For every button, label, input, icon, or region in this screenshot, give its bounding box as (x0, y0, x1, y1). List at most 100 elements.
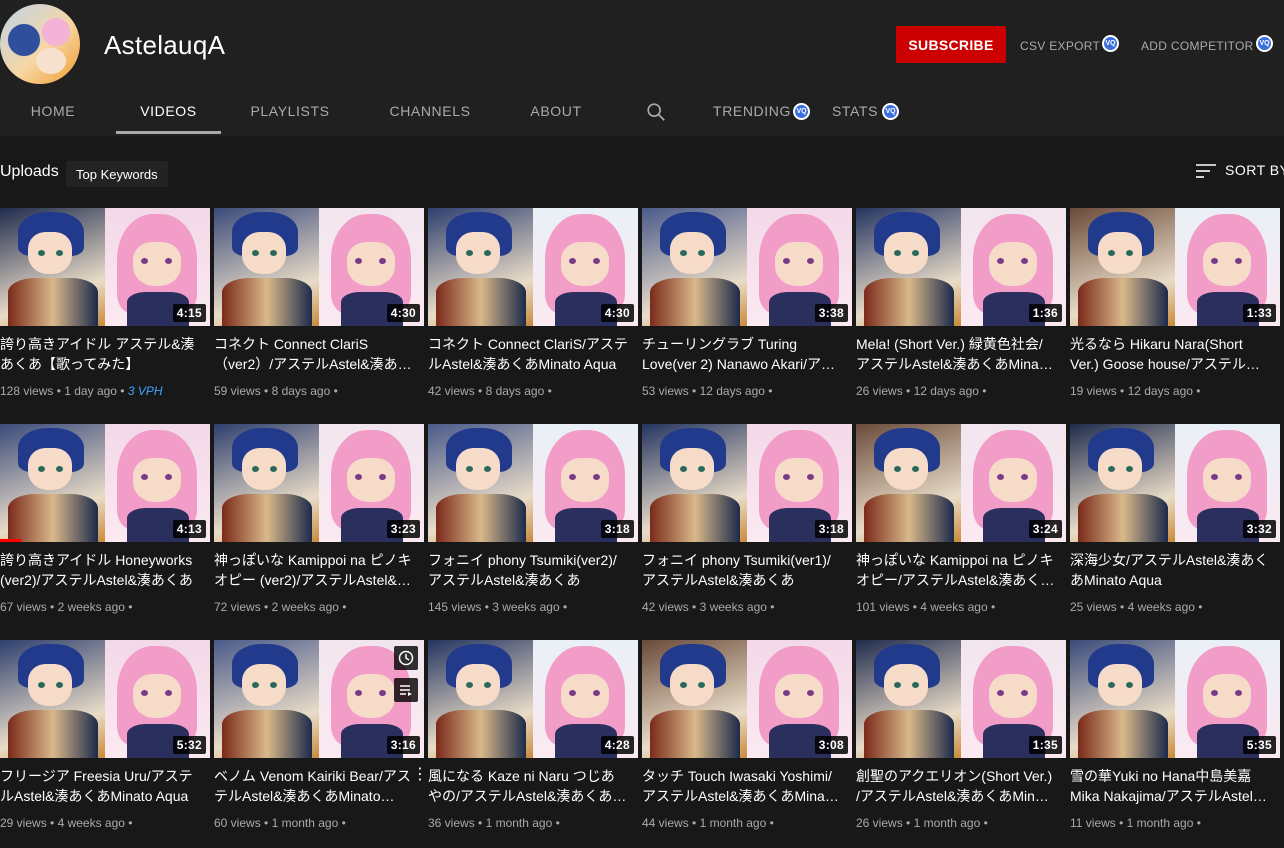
character-eye (569, 474, 576, 480)
video-title[interactable]: フォニイ phony Tsumiki(ver1)/アステルAstel&湊あくあ (642, 550, 842, 590)
video-card[interactable]: 4:15 誇り高きアイドル アステル&湊あくあ【歌ってみた】 128 views •… (0, 208, 210, 418)
video-title[interactable]: コネクト Connect ClariS/アステルAstel&湊あくあMinato… (428, 334, 628, 374)
video-duration: 3:16 (386, 736, 420, 754)
video-duration: 1:35 (1028, 736, 1062, 754)
video-thumbnail[interactable]: 3:18 (428, 424, 638, 542)
video-card[interactable]: 4:28 風になる Kaze ni Naru つじあやの/アステルAstel&湊あ… (428, 640, 638, 848)
video-thumbnail[interactable]: 3:16 (214, 640, 424, 758)
video-card[interactable]: 5:32 フリージア Freesia Uru/アステルAstel&湊あくあMina… (0, 640, 210, 848)
character-eye (484, 250, 491, 256)
video-card[interactable]: 3:16 ベノム Venom Kairiki Bear/アステルAstel&湊あく… (214, 640, 428, 848)
video-thumbnail[interactable]: 1:33 (1070, 208, 1280, 326)
tab-trending[interactable]: TRENDING (713, 86, 790, 136)
video-title[interactable]: 光るなら Hikaru Nara(Short Ver.) Goose house… (1070, 334, 1270, 374)
video-thumbnail[interactable]: 4:15 (0, 208, 210, 326)
video-thumbnail[interactable]: 3:32 (1070, 424, 1280, 542)
tab-about[interactable]: ABOUT (530, 86, 582, 136)
character-eye (1021, 474, 1028, 480)
character-eye (894, 682, 901, 688)
video-card[interactable]: 3:08 タッチ Touch Iwasaki Yoshimi/アステルAstel&… (642, 640, 852, 848)
tab-playlists[interactable]: PLAYLISTS (250, 86, 328, 136)
video-thumbnail[interactable]: 1:36 (856, 208, 1066, 326)
tab-channels[interactable]: CHANNELS (389, 86, 470, 136)
video-thumbnail[interactable]: 3:24 (856, 424, 1066, 542)
character-eye (1021, 690, 1028, 696)
video-thumbnail[interactable]: 4:30 (214, 208, 424, 326)
more-options-icon[interactable]: ⋮ (412, 766, 428, 786)
video-title[interactable]: フォニイ phony Tsumiki(ver2)/アステルAstel&湊あくあ (428, 550, 628, 590)
video-thumbnail[interactable]: 3:18 (642, 424, 852, 542)
video-card[interactable]: 3:32 深海少女/アステルAstel&湊あくあMinato Aqua 25 vie… (1070, 424, 1280, 634)
meta-separator: • (46, 600, 58, 614)
video-title[interactable]: チューリングラブ Turing Love(ver 2) Nanawo Akari… (642, 334, 842, 374)
video-title[interactable]: フリージア Freesia Uru/アステルAstel&湊あくあMinato A… (0, 766, 200, 806)
thumbnail-art-left (428, 208, 533, 326)
video-card[interactable]: 3:18 フォニイ phony Tsumiki(ver1)/アステルAstel&湊… (642, 424, 852, 634)
channel-name: AstelauqA (104, 30, 226, 60)
video-thumbnail[interactable]: 5:32 (0, 640, 210, 758)
video-title[interactable]: コネクト Connect ClariS（ver2）/アステルAstel&湊あくあ… (214, 334, 414, 374)
watch-later-icon[interactable] (394, 646, 418, 670)
character-eye (1211, 258, 1218, 264)
character-eye (165, 258, 172, 264)
tab-stats[interactable]: STATS (832, 86, 878, 136)
top-keywords-chip[interactable]: Top Keywords (66, 161, 168, 187)
video-title[interactable]: 神っぽいな Kamippoi na ピノキオピー (ver2)/アステルAste… (214, 550, 414, 590)
video-card[interactable]: 3:18 フォニイ phony Tsumiki(ver2)/アステルAstel&湊… (428, 424, 638, 634)
thumbnail-art-left (1070, 640, 1175, 758)
video-title[interactable]: Mela! (Short Ver.) 緑黄色社会/アステルAstel&湊あくあM… (856, 334, 1056, 374)
add-to-queue-icon[interactable] (394, 678, 418, 702)
video-title[interactable]: 創聖のアクエリオン(Short Ver.) /アステルAstel&湊あくあMin… (856, 766, 1056, 806)
sort-icon[interactable] (1196, 163, 1216, 179)
video-card[interactable]: 3:23 神っぽいな Kamippoi na ピノキオピー (ver2)/アステル… (214, 424, 424, 634)
tab-home[interactable]: HOME (28, 86, 78, 136)
video-card[interactable]: 1:33 光るなら Hikaru Nara(Short Ver.) Goose h… (1070, 208, 1280, 418)
character-eye (680, 682, 687, 688)
video-card[interactable]: 4:13 誇り高きアイドル Honeyworks (ver2)/アステルAstel… (0, 424, 210, 634)
video-thumbnail[interactable]: 3:23 (214, 424, 424, 542)
video-card[interactable]: 1:36 Mela! (Short Ver.) 緑黄色社会/アステルAstel&湊… (856, 208, 1066, 418)
video-thumbnail[interactable]: 4:28 (428, 640, 638, 758)
video-title[interactable]: 誇り高きアイドル アステル&湊あくあ【歌ってみた】 (0, 334, 200, 374)
character-face (347, 242, 395, 286)
meta-separator: • (764, 384, 773, 398)
video-card[interactable]: 4:30 コネクト Connect ClariS/アステルAstel&湊あくあMi… (428, 208, 638, 418)
character-outfit (1078, 494, 1168, 542)
character-face (242, 232, 286, 274)
view-count: 72 views (214, 600, 261, 614)
video-card[interactable]: 1:35 創聖のアクエリオン(Short Ver.) /アステルAstel&湊あく… (856, 640, 1066, 848)
character-face (28, 448, 72, 490)
thumbnail-art-left (856, 208, 961, 326)
video-thumbnail[interactable]: 5:35 (1070, 640, 1280, 758)
csv-export-button[interactable]: CSV EXPORT (1020, 39, 1100, 53)
search-icon[interactable] (645, 101, 667, 123)
thumbnail-art-left (856, 424, 961, 542)
video-title[interactable]: 深海少女/アステルAstel&湊あくあMinato Aqua (1070, 550, 1270, 590)
sort-by-button[interactable]: SORT BY (1225, 162, 1284, 178)
character-face (884, 448, 928, 490)
video-card[interactable]: 3:24 神っぽいな Kamippoi na ピノキオピー/アステルAstel&湊… (856, 424, 1066, 634)
video-thumbnail[interactable]: 3:38 (642, 208, 852, 326)
video-card[interactable]: 3:38 チューリングラブ Turing Love(ver 2) Nanawo A… (642, 208, 852, 418)
tab-videos[interactable]: VIDEOS (116, 86, 221, 136)
video-thumbnail[interactable]: 1:35 (856, 640, 1066, 758)
channel-avatar[interactable] (0, 4, 80, 84)
video-thumbnail[interactable]: 4:30 (428, 208, 638, 326)
video-title[interactable]: 雪の華Yuki no Hana中島美嘉 Mika Nakajima/アステルAs… (1070, 766, 1270, 806)
video-title[interactable]: 風になる Kaze ni Naru つじあやの/アステルAstel&湊あくあMi… (428, 766, 628, 806)
video-title[interactable]: 誇り高きアイドル Honeyworks (ver2)/アステルAstel&湊あく… (0, 550, 200, 590)
meta-separator: • (559, 600, 568, 614)
video-thumbnail[interactable]: 4:13 (0, 424, 210, 542)
video-title[interactable]: タッチ Touch Iwasaki Yoshimi/アステルAstel&湊あくあ… (642, 766, 842, 806)
video-card[interactable]: 4:30 コネクト Connect ClariS（ver2）/アステルAstel&… (214, 208, 424, 418)
character-eye (56, 682, 63, 688)
video-title[interactable]: ベノム Venom Kairiki Bear/アステルAstel&湊あくあMin… (214, 766, 414, 806)
video-thumbnail[interactable]: 3:08 (642, 640, 852, 758)
video-card[interactable]: 5:35 雪の華Yuki no Hana中島美嘉 Mika Nakajima/アス… (1070, 640, 1280, 848)
add-competitor-button[interactable]: ADD COMPETITOR (1141, 39, 1254, 53)
subscribe-button[interactable]: SUBSCRIBE (896, 26, 1006, 63)
uploads-label[interactable]: Uploads (0, 163, 59, 181)
upload-age: 1 month ago (485, 816, 553, 830)
video-title[interactable]: 神っぽいな Kamippoi na ピノキオピー/アステルAstel&湊あくあM… (856, 550, 1056, 590)
character-eye (783, 474, 790, 480)
